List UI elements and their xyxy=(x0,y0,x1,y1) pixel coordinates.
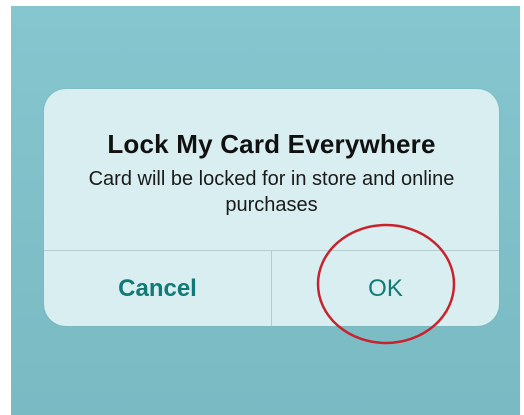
alert-dialog: Lock My Card Everywhere Card will be loc… xyxy=(44,89,499,326)
cancel-button[interactable]: Cancel xyxy=(44,251,271,326)
alert-title: Lock My Card Everywhere xyxy=(107,129,436,159)
alert-message: Card will be locked for in store and onl… xyxy=(88,168,455,216)
ok-button[interactable]: OK xyxy=(272,251,499,326)
screen: Lock My Card Everywhere Card will be loc… xyxy=(0,0,524,415)
alert-body: Lock My Card Everywhere Card will be loc… xyxy=(44,89,499,250)
